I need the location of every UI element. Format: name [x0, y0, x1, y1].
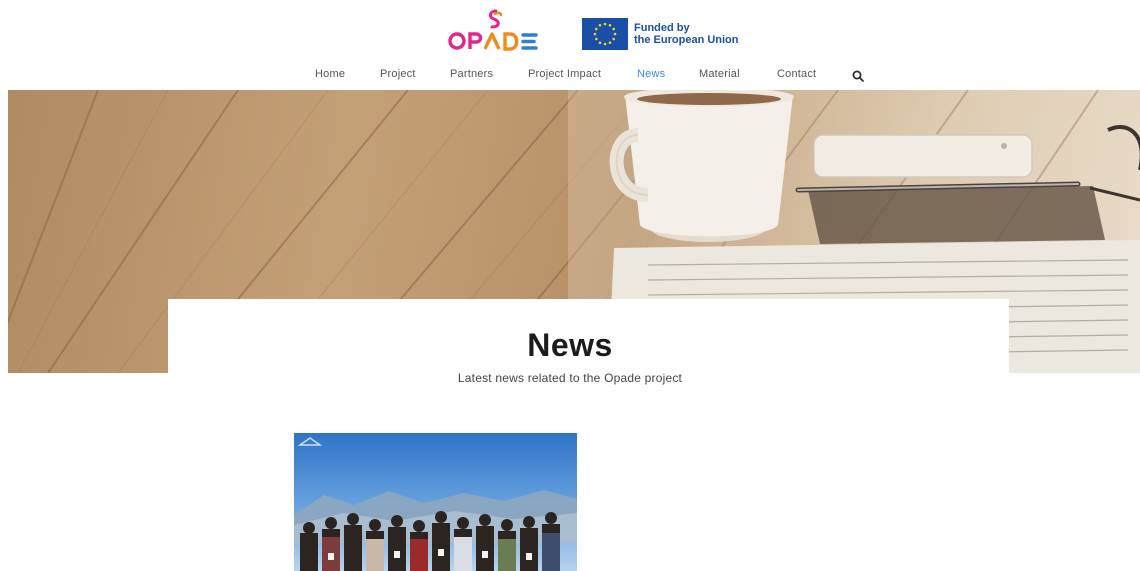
nav-contact[interactable]: Contact [777, 68, 816, 80]
nav-project[interactable]: Project [380, 68, 416, 80]
nav-news[interactable]: News [637, 68, 665, 80]
news-card-photo[interactable] [294, 433, 577, 571]
page-title: News [527, 327, 613, 363]
site-header: Funded by the European Union Home Projec… [0, 0, 1140, 90]
main-nav: Home Project Partners Project Impact New… [0, 68, 1140, 86]
eu-flag-icon [582, 18, 628, 50]
search-icon[interactable] [852, 70, 864, 82]
nav-home[interactable]: Home [315, 68, 345, 80]
eu-funding-text: Funded by the European Union [634, 22, 739, 46]
nav-project-impact[interactable]: Project Impact [528, 68, 601, 80]
eu-funding-badge: Funded by the European Union [582, 18, 739, 50]
nav-partners[interactable]: Partners [450, 68, 493, 80]
eu-funding-line1: Funded by [634, 22, 690, 34]
eu-funding-line2: the European Union [634, 34, 739, 46]
news-card[interactable] [294, 433, 577, 571]
nav-material[interactable]: Material [699, 68, 740, 80]
page-subtitle: Latest news related to the Opade project [457, 371, 683, 385]
opade-logo[interactable] [446, 8, 546, 52]
